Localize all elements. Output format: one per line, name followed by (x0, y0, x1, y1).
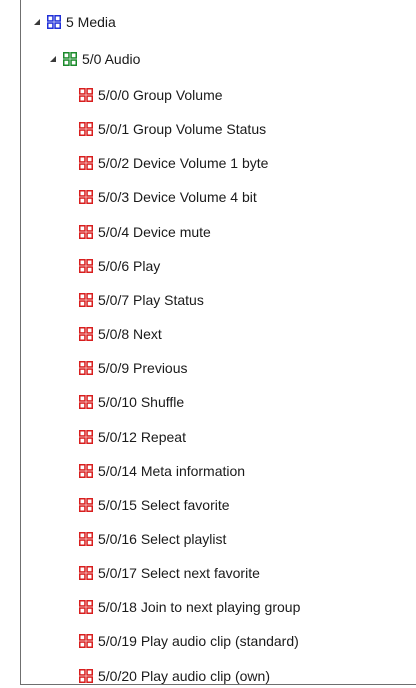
tree-node-group-address[interactable]: 5/0/17 Select next favorite (79, 561, 260, 585)
main-group-icon (47, 15, 61, 29)
tree-node-label: 5/0/15 Select favorite (98, 496, 230, 513)
tree-node-group-address[interactable]: 5/0/12 Repeat (79, 425, 186, 449)
tree-node-label: 5/0/4 Device mute (98, 223, 211, 240)
group-address-icon (79, 156, 93, 171)
group-address-icon (79, 190, 93, 205)
group-address-icon (79, 327, 93, 342)
tree-node-group-address[interactable]: 5/0/8 Next (79, 322, 162, 346)
tree-node-group-address[interactable]: 5/0/3 Device Volume 4 bit (79, 185, 257, 209)
middle-group-icon (63, 52, 77, 66)
tree-node-group-address[interactable]: 5/0/19 Play audio clip (standard) (79, 629, 299, 653)
tree-node-group-address[interactable]: 5/0/4 Device mute (79, 220, 211, 244)
group-address-icon (79, 429, 93, 444)
tree-node-label: 5 Media (66, 14, 116, 30)
tree-node-label: 5/0/7 Play Status (98, 291, 204, 308)
tree-node-group-address[interactable]: 5/0/1 Group Volume Status (79, 117, 266, 141)
tree-node-group-address[interactable]: 5/0/14 Meta information (79, 459, 245, 483)
tree-node-label: 5/0/14 Meta information (98, 462, 246, 479)
tree-node-label: 5/0/19 Play audio clip (standard) (98, 633, 299, 650)
tree-node-group-address[interactable]: 5/0/7 Play Status (79, 288, 204, 312)
group-address-tree-panel: 5 Media 5/0 Audio 5/0/0 Group Volume 5/0/… (20, 0, 416, 685)
group-address-icon (79, 600, 93, 615)
tree-node-group-address[interactable]: 5/0/18 Join to next playing group (79, 595, 300, 619)
tree-node-group-address[interactable]: 5/0/9 Previous (79, 356, 188, 380)
tree-node-group-address[interactable]: 5/0/0 Group Volume (79, 83, 223, 107)
tree-node-label: 5/0/10 Shuffle (98, 394, 185, 411)
tree-node-label: 5/0/9 Previous (98, 360, 188, 377)
group-address-icon (79, 395, 93, 410)
tree-node-label: 5/0/18 Join to next playing group (98, 599, 301, 616)
tree-node-group-address[interactable]: 5/0/16 Select playlist (79, 527, 226, 551)
tree-node-label: 5/0/16 Select playlist (98, 530, 227, 547)
group-address-icon (79, 668, 93, 683)
tree-node-group-address[interactable]: 5/0/10 Shuffle (79, 390, 184, 414)
tree-node-label: 5/0 Audio (82, 51, 141, 67)
group-address-icon (79, 531, 93, 546)
group-address-icon (79, 566, 93, 581)
group-address-icon (79, 361, 93, 376)
tree-node-group-address[interactable]: 5/0/6 Play (79, 254, 160, 278)
expanded-arrow-icon[interactable] (31, 10, 43, 34)
tree-node-group-address[interactable]: 5/0/15 Select favorite (79, 493, 230, 517)
tree-node-label: 5/0/20 Play audio clip (own) (98, 667, 270, 684)
tree-node-main-group[interactable]: 5 Media (31, 10, 116, 34)
tree-node-label: 5/0/8 Next (98, 326, 162, 343)
tree-node-group-address[interactable]: 5/0/20 Play audio clip (own) (79, 664, 270, 688)
group-address-icon (79, 224, 93, 239)
group-address-icon (79, 258, 93, 273)
group-address-icon (79, 463, 93, 478)
group-address-icon (79, 122, 93, 137)
tree-node-label: 5/0/3 Device Volume 4 bit (98, 189, 257, 206)
tree-node-group-address[interactable]: 5/0/2 Device Volume 1 byte (79, 151, 268, 175)
tree-node-label: 5/0/12 Repeat (98, 428, 186, 445)
group-address-icon (79, 88, 93, 102)
expanded-arrow-icon[interactable] (47, 47, 59, 71)
group-address-icon (79, 292, 93, 307)
tree-node-label: 5/0/2 Device Volume 1 byte (98, 155, 269, 172)
tree-node-label: 5/0/17 Select next favorite (98, 565, 260, 582)
tree-node-label: 5/0/6 Play (98, 257, 161, 274)
group-address-icon (79, 634, 93, 649)
tree-node-label: 5/0/0 Group Volume (98, 87, 223, 103)
tree-node-middle-group[interactable]: 5/0 Audio (47, 47, 140, 71)
group-address-icon (79, 497, 93, 512)
tree-node-label: 5/0/1 Group Volume Status (98, 121, 267, 138)
